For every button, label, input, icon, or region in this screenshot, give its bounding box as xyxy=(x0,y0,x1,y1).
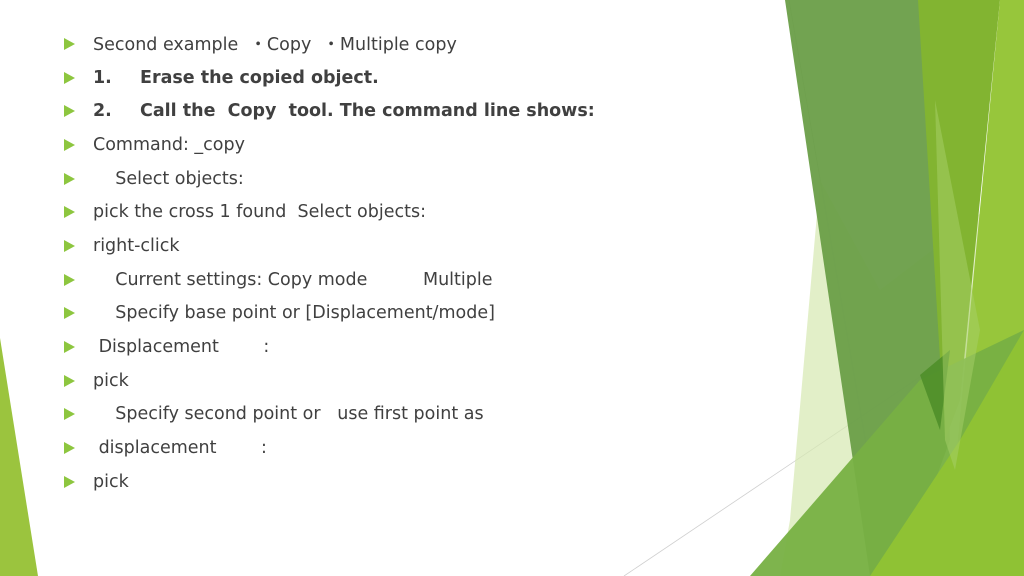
left-green-wedge xyxy=(0,338,38,576)
bullet-item: 1. Erase the copied object. xyxy=(64,61,595,95)
bullet-text: pick the cross 1 found Select objects: xyxy=(93,202,426,223)
bullet-item: pick xyxy=(64,465,595,499)
bullet-item: Displacement : xyxy=(64,330,595,364)
bullet-arrow-icon xyxy=(64,442,75,455)
bullet-text: displacement : xyxy=(93,438,267,459)
step-number: 2. xyxy=(93,101,112,122)
bullet-arrow-icon xyxy=(64,71,75,84)
bullet-arrow-icon xyxy=(64,37,75,50)
bullet-text: Displacement : xyxy=(93,337,270,358)
bullet-item: 2. Call the Copy tool. The command line s… xyxy=(64,94,595,128)
bullet-item: Second example ・Copy ・Multiple copy xyxy=(64,27,595,61)
bullet-arrow-icon xyxy=(64,172,75,185)
bullet-text: Command: _copy xyxy=(93,134,245,155)
bullet-arrow-icon xyxy=(64,105,75,118)
bullet-arrow-icon xyxy=(64,374,75,387)
bullet-text: Call the Copy tool. The command line sho… xyxy=(140,101,595,122)
bullet-item: displacement : xyxy=(64,431,595,465)
bullet-item: Specify base point or [Displacement/mode… xyxy=(64,297,595,331)
bullet-arrow-icon xyxy=(64,239,75,252)
bullet-arrow-icon xyxy=(64,206,75,219)
bullet-list: Second example ・Copy ・Multiple copy 1. Er… xyxy=(64,27,595,499)
step-number: 1. xyxy=(93,67,112,88)
bullet-arrow-icon xyxy=(64,475,75,488)
bullet-text: pick xyxy=(93,370,129,391)
bullet-item: Specify second point or use first point … xyxy=(64,398,595,432)
bullet-arrow-icon xyxy=(64,341,75,354)
bullet-text: Erase the copied object. xyxy=(140,67,379,88)
bullet-text: Select objects: xyxy=(93,168,244,189)
bullet-arrow-icon xyxy=(64,408,75,421)
bullet-item: right-click xyxy=(64,229,595,263)
bullet-text: Specify base point or [Displacement/mode… xyxy=(93,303,495,324)
bullet-arrow-icon xyxy=(64,273,75,286)
bullet-arrow-icon xyxy=(64,307,75,320)
bullet-text: Specify second point or use first point … xyxy=(93,404,484,425)
bullet-item: pick xyxy=(64,364,595,398)
bullet-text: pick xyxy=(93,471,129,492)
bullet-item: Current settings: Copy mode Multiple xyxy=(64,263,595,297)
bullet-text: Current settings: Copy mode Multiple xyxy=(93,269,493,290)
bullet-text: right-click xyxy=(93,235,180,256)
bullet-text: Second example ・Copy ・Multiple copy xyxy=(93,35,457,56)
bullet-item: pick the cross 1 found Select objects: xyxy=(64,195,595,229)
bullet-item: Select objects: xyxy=(64,162,595,196)
bullet-item: Command: _copy xyxy=(64,128,595,162)
bullet-arrow-icon xyxy=(64,138,75,151)
